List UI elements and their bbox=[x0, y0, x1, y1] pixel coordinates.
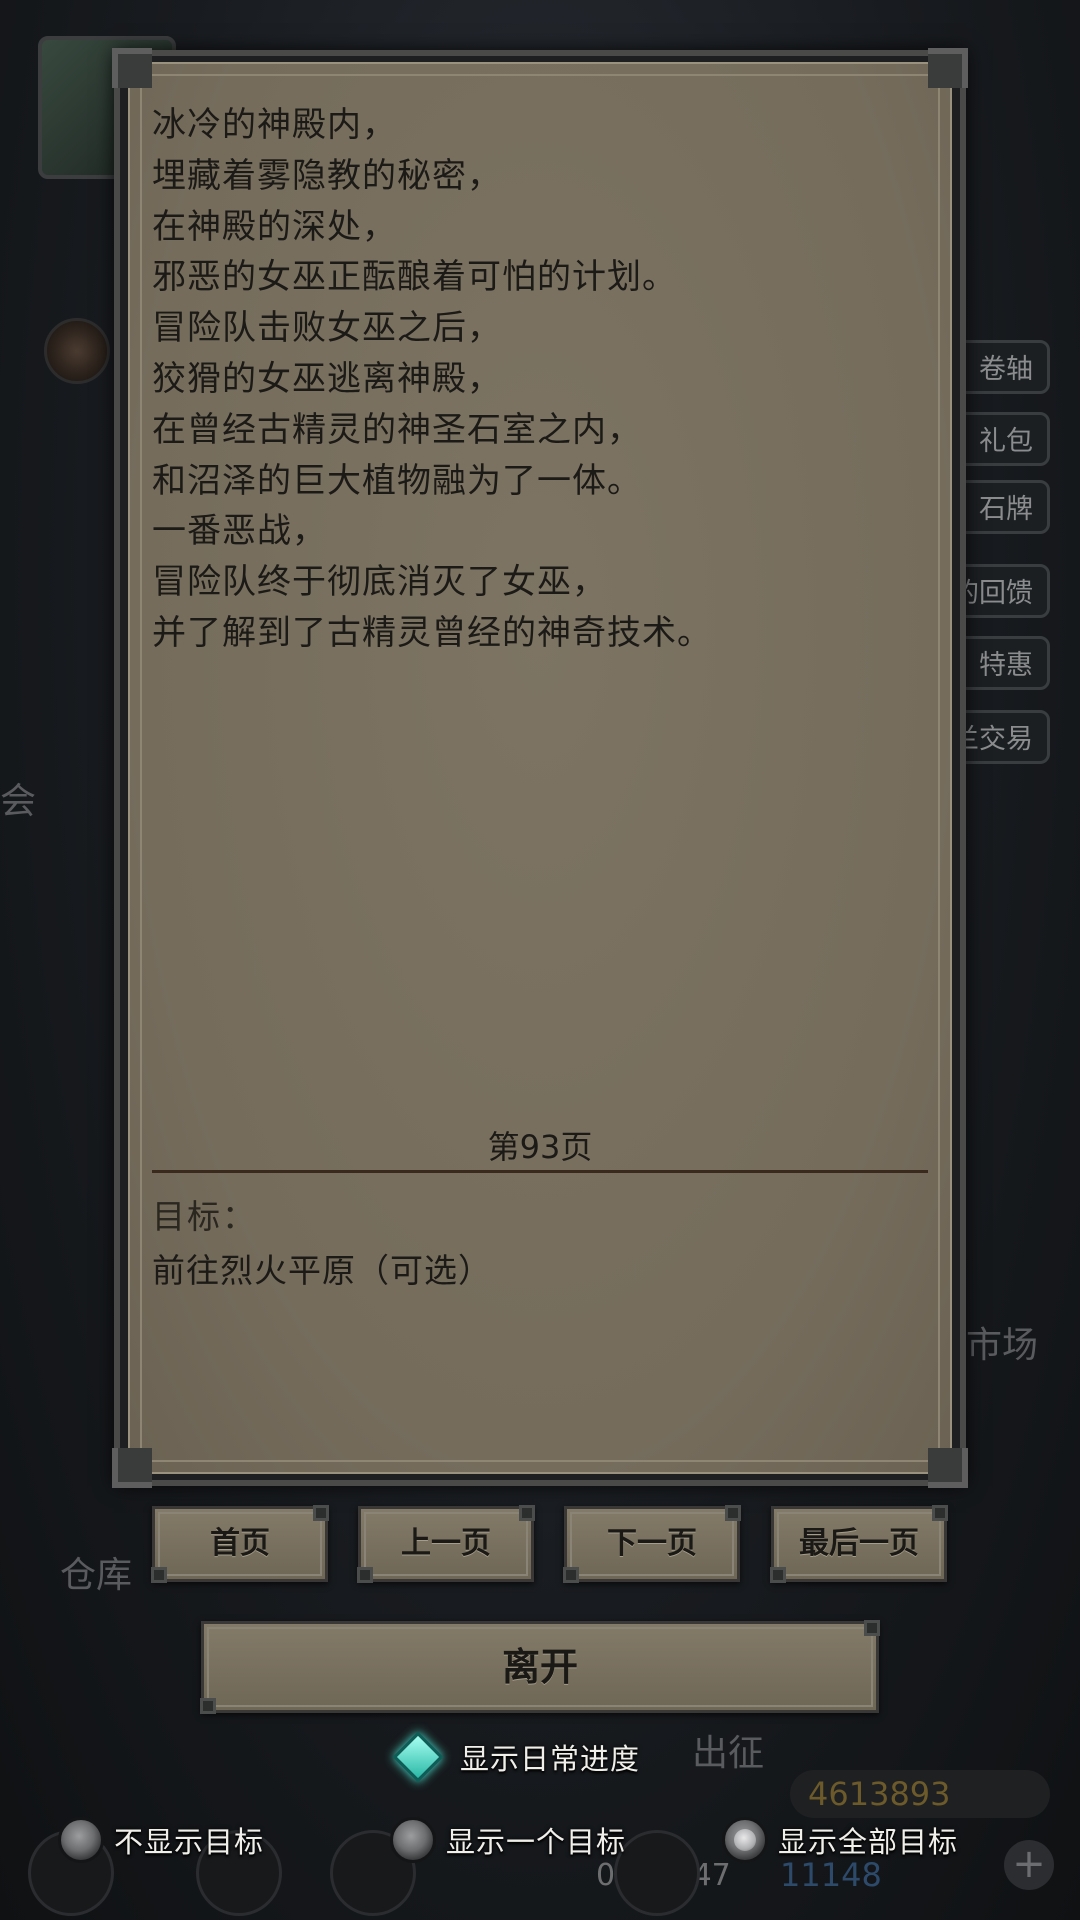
corner-ornament-top-right bbox=[928, 48, 968, 88]
radio-button-icon bbox=[390, 1817, 436, 1863]
prev-page-button[interactable]: 上一页 bbox=[357, 1505, 535, 1583]
bg-label-guild: 会 bbox=[0, 781, 37, 822]
gift-box-icon[interactable] bbox=[614, 1830, 700, 1916]
story-line: 和沼泽的巨大植物融为了一体。 bbox=[152, 460, 642, 501]
corner-ornament-top-left bbox=[112, 48, 152, 88]
radio-label: 不显示目标 bbox=[114, 1825, 265, 1859]
story-text: 冰冷的神殿内， 埋藏着雾隐教的秘密， 在神殿的深处， 邪恶的女巫正酝酿着可怕的计… bbox=[152, 100, 932, 659]
diamond-icon bbox=[392, 1731, 444, 1783]
corner-ornament-bottom-right bbox=[928, 1448, 968, 1488]
story-line: 并了解到了古精灵曾经的神奇技术。 bbox=[152, 612, 712, 653]
story-line: 在神殿的深处， bbox=[152, 206, 397, 247]
goal-title: 目标： bbox=[152, 1197, 257, 1236]
bg-label-warehouse[interactable]: 仓库 bbox=[60, 1546, 132, 1598]
daily-progress-toggle[interactable]: 显示日常进度 bbox=[392, 1731, 641, 1783]
last-page-button[interactable]: 最后一页 bbox=[770, 1505, 948, 1583]
bg-label-expedition[interactable]: 出征 bbox=[692, 1724, 764, 1776]
page-number: 第93页 bbox=[487, 1128, 593, 1166]
goal-text: 前往烈火平原（可选） bbox=[152, 1251, 492, 1290]
story-line: 在曾经古精灵的神圣石室之内， bbox=[152, 409, 642, 450]
event-icon[interactable] bbox=[44, 318, 110, 384]
daily-progress-label: 显示日常进度 bbox=[460, 1742, 641, 1776]
radio-show-one-goal[interactable]: 显示一个目标 bbox=[390, 1812, 626, 1868]
gold-counter: 4613893 bbox=[790, 1770, 1050, 1818]
radio-button-icon bbox=[58, 1817, 104, 1863]
radio-label: 显示全部目标 bbox=[778, 1825, 959, 1859]
radio-show-all-goals[interactable]: 显示全部目标 bbox=[722, 1812, 958, 1868]
story-line: 冒险队击败女巫之后， bbox=[152, 308, 502, 349]
exit-button[interactable]: 离开 bbox=[200, 1620, 880, 1714]
radio-selected-icon bbox=[722, 1817, 768, 1863]
story-line: 狡猾的女巫逃离神殿， bbox=[152, 358, 502, 399]
story-line: 埋藏着雾隐教的秘密， bbox=[152, 155, 502, 196]
radio-hide-goals[interactable]: 不显示目标 bbox=[58, 1812, 264, 1868]
corner-ornament-bottom-left bbox=[112, 1448, 152, 1488]
add-currency-icon[interactable]: + bbox=[1004, 1840, 1054, 1890]
section-divider bbox=[152, 1170, 928, 1173]
first-page-button[interactable]: 首页 bbox=[151, 1505, 329, 1583]
story-line: 一番恶战， bbox=[152, 511, 327, 552]
story-line: 邪恶的女巫正酝酿着可怕的计划。 bbox=[152, 257, 677, 298]
bg-label-market[interactable]: 市场 bbox=[966, 1316, 1038, 1368]
radio-label: 显示一个目标 bbox=[446, 1825, 627, 1859]
story-line: 冰冷的神殿内， bbox=[152, 105, 397, 145]
next-page-button[interactable]: 下一页 bbox=[563, 1505, 741, 1583]
story-line: 冒险队终于彻底消灭了女巫， bbox=[152, 562, 607, 603]
